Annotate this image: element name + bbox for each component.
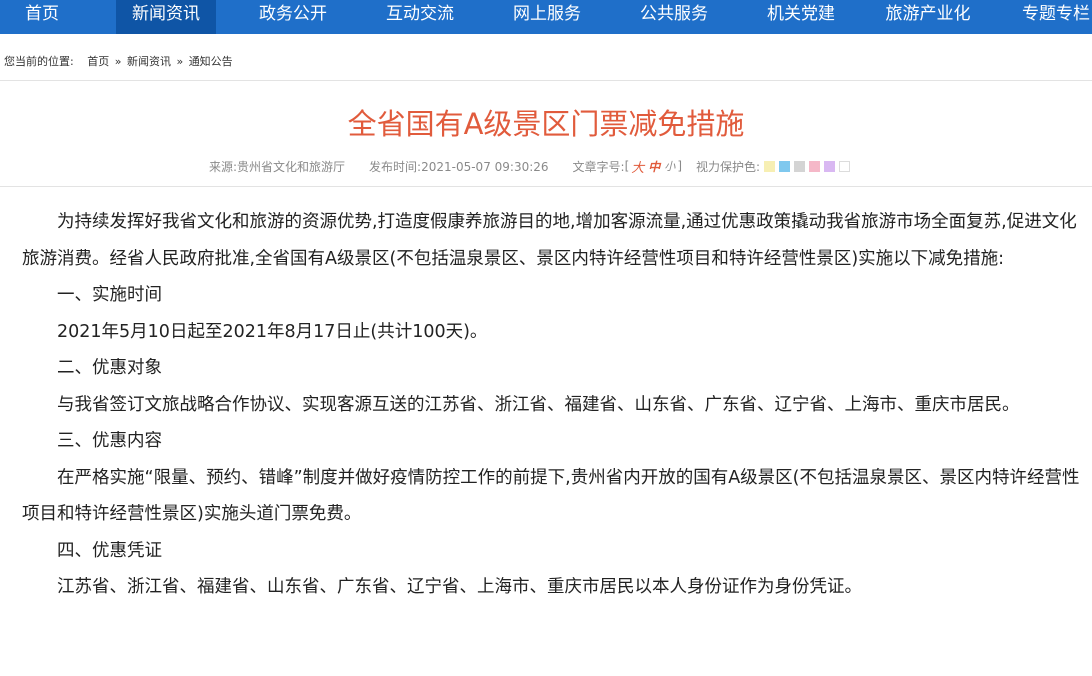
article-publish-time: 发布时间:2021-05-07 09:30:26 <box>369 159 549 174</box>
article-heading-credentials: 四、优惠凭证 <box>57 540 162 561</box>
article-heading-content: 三、优惠内容 <box>57 431 162 451</box>
article-heading-period: 一、实施时间 <box>57 285 162 305</box>
article-paragraph-intro: 为持续发挥好我省文化和旅游的资源优势,打造度假康养旅游目的地,增加客源流量,通过… <box>22 212 1077 269</box>
article-title: 全省国有A级景区门票减免措施 <box>347 107 745 141</box>
nav-item-home[interactable]: 首页 <box>0 0 84 34</box>
breadcrumb-separator: » <box>114 55 122 68</box>
main-navigation: 首页 新闻资讯 政务公开 互动交流 网上服务 公共服务 机关党建 旅游产业化 专… <box>0 0 1092 34</box>
eye-care-swatch-blue[interactable] <box>779 160 791 172</box>
breadcrumb-link-news[interactable]: 新闻资讯 <box>127 55 171 68</box>
font-size-bracket-close: ] <box>677 159 682 173</box>
eye-care-swatch-yellow[interactable] <box>764 160 776 172</box>
nav-item-interaction[interactable]: 互动交流 <box>370 0 470 34</box>
breadcrumb-link-home[interactable]: 首页 <box>87 55 109 68</box>
breadcrumb-lead: 您当前的位置: <box>4 55 74 68</box>
article-heading-targets: 二、优惠对象 <box>57 358 162 378</box>
article-paragraph-targets: 与我省签订文旅战略合作协议、实现客源互送的江苏省、浙江省、福建省、山东省、广东省… <box>57 394 1020 415</box>
breadcrumb: 您当前的位置: 首页 » 新闻资讯 » 通知公告 <box>4 53 233 69</box>
article-body: 为持续发挥好我省文化和旅游的资源优势,打造度假康养旅游目的地,增加客源流量,通过… <box>22 204 1080 606</box>
breadcrumb-separator: » <box>176 55 184 68</box>
nav-item-public-services[interactable]: 公共服务 <box>624 0 724 34</box>
breadcrumb-divider <box>0 80 1092 81</box>
article-meta: 来源:贵州省文化和旅游厅 发布时间:2021-05-07 09:30:26 文章… <box>209 157 851 176</box>
eye-care-swatch-pink[interactable] <box>809 160 821 172</box>
font-size-label: 文章字号: <box>572 159 625 174</box>
eye-care-swatch-white[interactable] <box>839 160 851 172</box>
font-size-small-button[interactable]: 小 <box>662 158 677 174</box>
font-size-large-button[interactable]: 大 <box>629 157 646 176</box>
nav-item-party-building[interactable]: 机关党建 <box>751 0 851 34</box>
article-paragraph-period: 2021年5月10日起至2021年8月17日止(共计100天)。 <box>57 321 488 342</box>
article-paragraph-content: 在严格实施“限量、预约、错峰”制度并做好疫情防控工作的前提下,贵州省内开放的国有… <box>22 467 1080 525</box>
article-source: 来源:贵州省文化和旅游厅 <box>209 159 346 174</box>
meta-divider <box>0 186 1092 187</box>
eye-care-swatch-purple[interactable] <box>824 160 836 172</box>
nav-item-special-topics[interactable]: 专题专栏 <box>1006 0 1092 34</box>
article-paragraph-credentials: 江苏省、浙江省、福建省、山东省、广东省、辽宁省、上海市、重庆市居民以本人身份证作… <box>57 577 862 597</box>
eye-care-swatch-gray[interactable] <box>794 160 806 172</box>
eye-care-label: 视力保护色: <box>696 159 761 174</box>
breadcrumb-link-notices[interactable]: 通知公告 <box>189 55 233 68</box>
font-size-medium-button[interactable]: 中 <box>646 158 662 175</box>
nav-item-tourism-industry[interactable]: 旅游产业化 <box>872 0 984 34</box>
nav-item-online-services[interactable]: 网上服务 <box>497 0 597 34</box>
nav-item-news[interactable]: 新闻资讯 <box>116 0 216 34</box>
nav-item-government-affairs[interactable]: 政务公开 <box>243 0 343 34</box>
